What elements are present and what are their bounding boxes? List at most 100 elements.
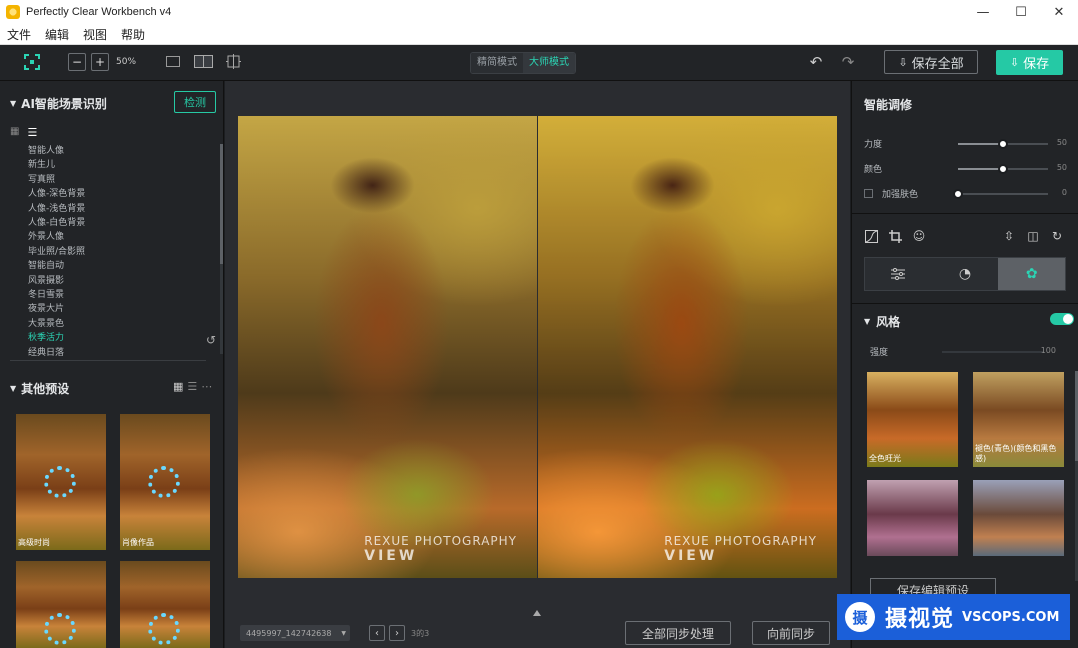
tab-sliders[interactable]: [865, 258, 932, 290]
compare-view-icon[interactable]: [226, 54, 241, 69]
loading-spinner-icon: [148, 613, 180, 645]
window-controls: — ☐ ✕: [964, 0, 1078, 24]
collapse-triangle-icon: ▼: [10, 384, 17, 393]
preset-thumb[interactable]: [120, 561, 210, 648]
scene-item[interactable]: 写真照: [28, 173, 208, 187]
scene-item[interactable]: 冬日雪景: [28, 288, 208, 302]
mode-master-tab[interactable]: 大师模式: [523, 53, 575, 73]
next-image-button[interactable]: ›: [389, 625, 405, 641]
slider-track[interactable]: [942, 351, 1044, 353]
preset-caption: 高级时尚: [18, 538, 50, 547]
zoom-out-button[interactable]: −: [68, 53, 86, 71]
curves-icon[interactable]: [864, 229, 878, 243]
sync-forward-button[interactable]: 向前同步: [752, 621, 830, 645]
image-counter: 3的3: [411, 629, 430, 638]
scene-item[interactable]: 人像-浅色背景: [28, 202, 208, 216]
style-thumb[interactable]: 全色旺光: [867, 372, 958, 467]
left-panel: ▼ AI智能场景识别 检测 ▦ ☰ 智能人像 新生儿 写真照 人像-深色背景 人像-浅色…: [0, 81, 224, 648]
slider-track[interactable]: [958, 164, 1048, 174]
slider-value: 100: [1040, 346, 1056, 355]
more-icon[interactable]: ⋯: [201, 380, 212, 393]
scene-item[interactable]: 夜景大片: [28, 302, 208, 316]
preset-thumb[interactable]: 高级时尚: [16, 414, 106, 550]
scene-item[interactable]: 人像-白色背景: [28, 216, 208, 230]
menu-edit[interactable]: 编辑: [38, 26, 76, 43]
zoom-in-button[interactable]: +: [91, 53, 109, 71]
before-image[interactable]: REXUE PHOTOGRAPHY VIEW: [238, 116, 537, 578]
expand-filmstrip-icon[interactable]: [533, 610, 541, 616]
detect-button[interactable]: 检测: [174, 91, 216, 113]
strength-slider[interactable]: 力度 50: [864, 137, 1067, 151]
rotate-icon[interactable]: ↻: [1050, 229, 1064, 243]
style-title: 风格: [876, 315, 901, 329]
scene-scrollbar-thumb[interactable]: [220, 144, 223, 264]
style-thumb[interactable]: 褪色(青色)(颜色和黑色感): [973, 372, 1064, 467]
after-image[interactable]: REXUE PHOTOGRAPHY VIEW: [538, 116, 837, 578]
style-caption: 褪色(青色)(颜色和黑色感): [975, 444, 1057, 463]
skin-tone-checkbox[interactable]: [864, 189, 873, 198]
menu-help[interactable]: 帮助: [114, 26, 152, 43]
face-icon[interactable]: ☺: [912, 229, 926, 243]
skin-tone-slider[interactable]: 加强肤色 0: [864, 187, 1067, 201]
scene-item[interactable]: 智能人像: [28, 144, 208, 158]
color-slider[interactable]: 颜色 50: [864, 162, 1067, 176]
save-all-button[interactable]: ⇩ 保存全部: [884, 50, 978, 74]
minimize-icon[interactable]: —: [964, 0, 1002, 24]
tab-style[interactable]: ✿: [998, 258, 1066, 290]
style-thumb[interactable]: [973, 480, 1064, 556]
save-button[interactable]: ⇩ 保存: [996, 50, 1063, 75]
file-select[interactable]: 4495997_142742638 ▼: [240, 625, 350, 641]
grid-view-icon[interactable]: ▦: [10, 126, 19, 139]
slider-knob[interactable]: [998, 139, 1008, 149]
intensity-slider[interactable]: 强度 100: [864, 345, 1067, 359]
slider-knob[interactable]: [953, 189, 963, 199]
slider-fill: [958, 143, 1003, 145]
flip-horizontal-icon[interactable]: ◫: [1026, 229, 1040, 243]
scene-item[interactable]: 智能自动: [28, 259, 208, 273]
scene-scrollbar[interactable]: [220, 144, 223, 354]
single-view-icon[interactable]: [166, 56, 180, 67]
redo-icon[interactable]: ↷: [840, 53, 856, 71]
preset-thumb[interactable]: [16, 561, 106, 648]
other-presets-header[interactable]: ▼ 其他预设: [10, 380, 69, 397]
maximize-icon[interactable]: ☐: [1002, 0, 1040, 24]
slider-track[interactable]: [953, 189, 1048, 199]
scene-item[interactable]: 大景景色: [28, 317, 208, 331]
list-view-icon[interactable]: ☰: [27, 126, 37, 139]
loading-spinner-icon: [44, 613, 76, 645]
sync-all-button[interactable]: 全部同步处理: [625, 621, 731, 645]
crop-icon[interactable]: [888, 229, 902, 243]
scene-item[interactable]: 风景摄影: [28, 274, 208, 288]
style-caption: 全色旺光: [869, 454, 901, 463]
other-presets-title: 其他预设: [21, 382, 70, 396]
flip-vertical-icon[interactable]: ⇳: [1002, 229, 1016, 243]
close-icon[interactable]: ✕: [1040, 0, 1078, 24]
menu-view[interactable]: 视图: [76, 26, 114, 43]
scene-item[interactable]: 人像-深色背景: [28, 187, 208, 201]
save-icon: ⇩: [1009, 56, 1020, 69]
grid-view-icon[interactable]: ▦: [173, 380, 183, 393]
undo-icon[interactable]: ↶: [808, 53, 824, 71]
scene-item[interactable]: 毕业照/合影照: [28, 245, 208, 259]
scene-item[interactable]: 经典日落: [28, 346, 208, 360]
crop-frame-icon[interactable]: [24, 54, 40, 70]
style-header[interactable]: ▼ 风格: [864, 313, 900, 330]
split-view-icon[interactable]: [194, 55, 213, 68]
tab-ai[interactable]: ◔: [931, 258, 999, 290]
reset-icon[interactable]: ↺: [206, 333, 216, 347]
style-toggle[interactable]: [1050, 313, 1074, 325]
mode-simple-tab[interactable]: 精简模式: [471, 53, 523, 73]
list-view-icon[interactable]: ☰: [187, 380, 197, 393]
slider-track[interactable]: [958, 139, 1048, 149]
scene-item[interactable]: 秋季活力: [28, 331, 208, 345]
preset-thumb[interactable]: 肖像作品: [120, 414, 210, 550]
slider-value: 50: [1056, 138, 1067, 147]
ai-scene-header[interactable]: ▼ AI智能场景识别: [10, 95, 107, 112]
scene-item[interactable]: 外景人像: [28, 230, 208, 244]
menu-file[interactable]: 文件: [0, 26, 38, 43]
scene-item[interactable]: 新生儿: [28, 158, 208, 172]
slider-knob[interactable]: [998, 164, 1008, 174]
prev-image-button[interactable]: ‹: [369, 625, 385, 641]
image-canvas[interactable]: REXUE PHOTOGRAPHY VIEW REXUE PHOTOGRAPHY…: [225, 81, 850, 648]
style-thumb[interactable]: [867, 480, 958, 556]
